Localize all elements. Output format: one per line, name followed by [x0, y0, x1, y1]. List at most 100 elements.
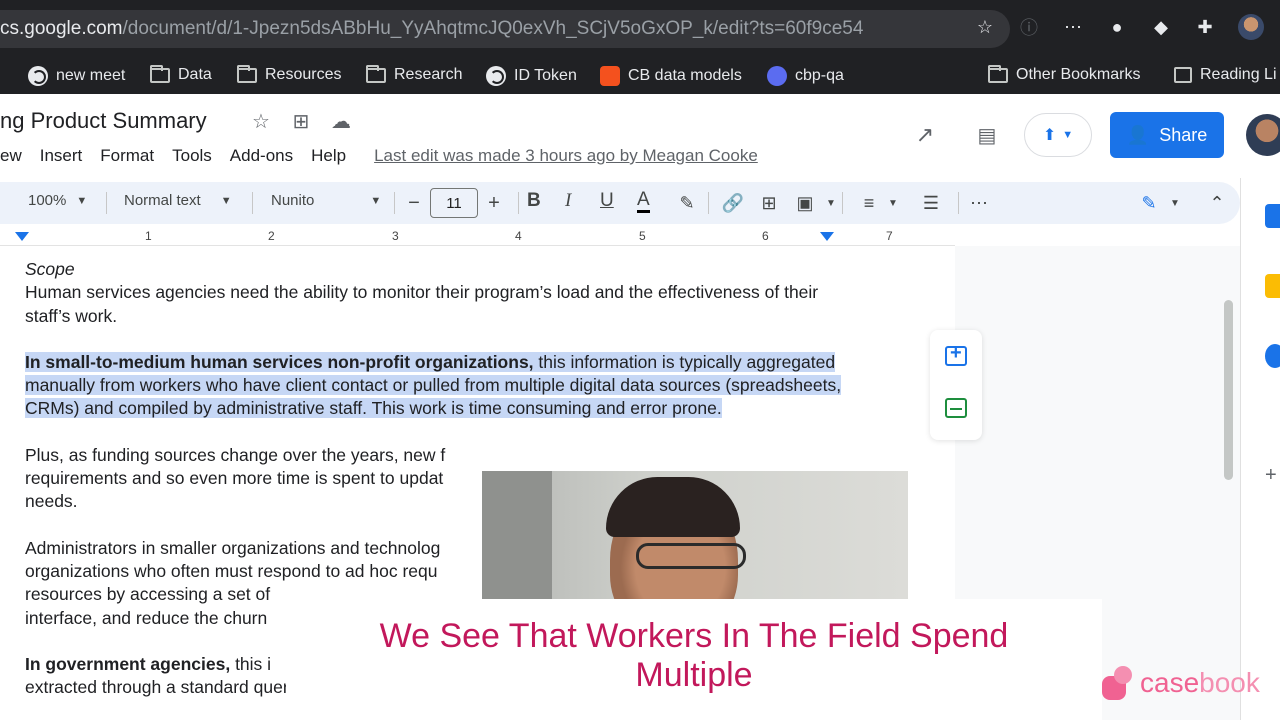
comments-icon[interactable]: ▤ [976, 124, 998, 147]
casebook-watermark: casebook [1102, 666, 1260, 700]
calendar-icon[interactable] [1265, 204, 1280, 228]
person-icon: 👤 [1126, 124, 1150, 145]
ruler-number: 4 [515, 229, 522, 243]
menu-add-ons[interactable]: Add-ons [230, 146, 293, 166]
link-icon[interactable]: 🔗 [722, 192, 744, 214]
align-left-icon[interactable]: ≡ [858, 192, 880, 214]
account-avatar[interactable] [1246, 114, 1280, 156]
add-comment-icon [945, 342, 967, 366]
header-actions: ↗ ▤ ⬆ ▼ 👤 Share [914, 112, 1280, 158]
more-dots-icon[interactable]: ⋯ [1062, 16, 1084, 38]
insert-image-icon[interactable]: ▣ [794, 192, 816, 214]
folder-icon [237, 64, 257, 83]
activity-trend-icon[interactable]: ↗ [914, 122, 936, 147]
ruler-number: 3 [392, 229, 399, 243]
more-options-icon[interactable]: ⋯ [968, 192, 990, 214]
extension-tag-icon[interactable]: ◆ [1150, 16, 1172, 38]
bookmark-resources[interactable]: Resources [237, 64, 341, 84]
app-icon [600, 66, 620, 86]
chevron-down-icon[interactable]: ▼ [1164, 192, 1186, 214]
menu-bar: ew Insert Format Tools Add-ons Help Last… [0, 146, 758, 166]
cloud-saved-icon[interactable]: ☁ [330, 110, 352, 133]
ruler-number: 5 [639, 229, 646, 243]
toolbar-divider [106, 192, 107, 214]
toolbar-divider [252, 192, 253, 214]
info-icon[interactable]: ⓘ [1018, 16, 1040, 38]
floating-side-actions [930, 330, 982, 440]
right-indent-marker[interactable] [820, 232, 834, 241]
collapse-chevron-up-icon[interactable]: ⌃ [1206, 192, 1228, 214]
editing-mode-pencil-icon[interactable]: ✎ [1138, 192, 1160, 214]
chevron-down-icon: ▼ [76, 194, 88, 207]
app-icon [767, 66, 787, 86]
tasks-icon[interactable] [1265, 344, 1280, 368]
document-title[interactable]: ng Product Summary [0, 108, 207, 134]
reading-list[interactable]: Reading Li [1174, 66, 1277, 84]
paragraph-style-select[interactable]: Normal text ▼ [124, 192, 232, 209]
keep-icon[interactable] [1265, 274, 1280, 298]
suggest-edits-button[interactable] [930, 382, 982, 434]
bold-icon[interactable]: B [527, 190, 541, 212]
casebook-logo-icon [1102, 666, 1134, 700]
menu-format[interactable]: Format [100, 146, 154, 166]
bookmark-other[interactable]: Other Bookmarks [988, 64, 1140, 84]
chevron-down-icon[interactable]: ▼ [820, 192, 842, 214]
bookmark-data[interactable]: Data [150, 64, 212, 84]
italic-icon[interactable]: I [565, 190, 571, 212]
reading-list-icon [1174, 67, 1192, 83]
share-button[interactable]: 👤 Share [1110, 112, 1224, 158]
menu-tools[interactable]: Tools [172, 146, 212, 166]
line-spacing-icon[interactable]: ☰ [920, 192, 942, 214]
title-actions: ☆ ⊞ ☁ [250, 110, 352, 133]
bookmark-id-token[interactable]: ID Token [486, 66, 577, 86]
underline-icon[interactable]: U [600, 190, 614, 212]
add-comment-icon[interactable]: ⊞ [758, 192, 780, 214]
chevron-down-icon[interactable]: ▼ [882, 192, 904, 214]
add-comment-button[interactable] [930, 330, 982, 382]
menu-help[interactable]: Help [311, 146, 346, 166]
move-folder-icon[interactable]: ⊞ [290, 110, 312, 133]
extension-circle-icon[interactable]: ● [1106, 16, 1128, 38]
vertical-scrollbar[interactable] [1224, 300, 1233, 480]
left-indent-marker[interactable] [15, 232, 29, 241]
ruler-number: 6 [762, 229, 769, 243]
background-wall [482, 471, 552, 599]
browser-url-bar: cs.google.com/document/d/1-Jpezn5dsABbHu… [0, 0, 1280, 58]
star-icon[interactable]: ☆ [974, 16, 996, 38]
bookmark-research[interactable]: Research [366, 64, 462, 84]
plus-icon[interactable]: + [1265, 464, 1280, 488]
bookmark-cbp-qa[interactable]: cbp-qa [767, 66, 844, 86]
highlight-pen-icon[interactable]: ✎ [676, 192, 698, 214]
profile-avatar[interactable] [1238, 14, 1264, 40]
url-path: /document/d/1-Jpezn5dsABbHu_YyAhqtmcJQ0e… [122, 18, 864, 39]
bookmark-cb-data-models[interactable]: CB data models [600, 66, 742, 86]
font-size-control: − 11 + [398, 186, 514, 220]
decrease-font-size-button[interactable]: − [398, 186, 430, 220]
font-select[interactable]: Nunito ▼ [271, 192, 381, 209]
text-color-icon[interactable]: A [637, 190, 650, 213]
docs-header: ng Product Summary ☆ ⊞ ☁ ew Insert Forma… [0, 94, 1280, 178]
toolbar-divider [842, 192, 843, 214]
chevron-down-icon: ▼ [220, 194, 232, 207]
star-icon[interactable]: ☆ [250, 110, 272, 133]
menu-insert[interactable]: Insert [40, 146, 83, 166]
browser-actions: ☆ ⓘ ⋯ ● ◆ ✚ [974, 14, 1264, 40]
side-panel-rail: + [1240, 178, 1280, 720]
zoom-select[interactable]: 100% ▼ [28, 192, 87, 209]
menu-view[interactable]: ew [0, 146, 22, 166]
ruler-number: 1 [145, 229, 152, 243]
puzzle-icon[interactable]: ✚ [1194, 16, 1216, 38]
address-text[interactable]: cs.google.com/document/d/1-Jpezn5dsABbHu… [0, 18, 863, 40]
bold-phrase: In small-to-medium human services non-pr… [25, 351, 534, 372]
bookmark-new-meet[interactable]: new meet [28, 66, 125, 86]
scope-heading: Scope [25, 259, 75, 279]
font-size-input[interactable]: 11 [430, 188, 478, 218]
increase-font-size-button[interactable]: + [478, 186, 510, 220]
toolbar-divider [708, 192, 709, 214]
chevron-down-icon: ▼ [1062, 129, 1074, 141]
globe-icon [486, 66, 506, 86]
present-button[interactable]: ⬆ ▼ [1024, 113, 1092, 157]
presenter-glasses [636, 543, 746, 569]
presenter-hair [606, 477, 740, 537]
last-edit-link[interactable]: Last edit was made 3 hours ago by Meagan… [374, 146, 758, 166]
